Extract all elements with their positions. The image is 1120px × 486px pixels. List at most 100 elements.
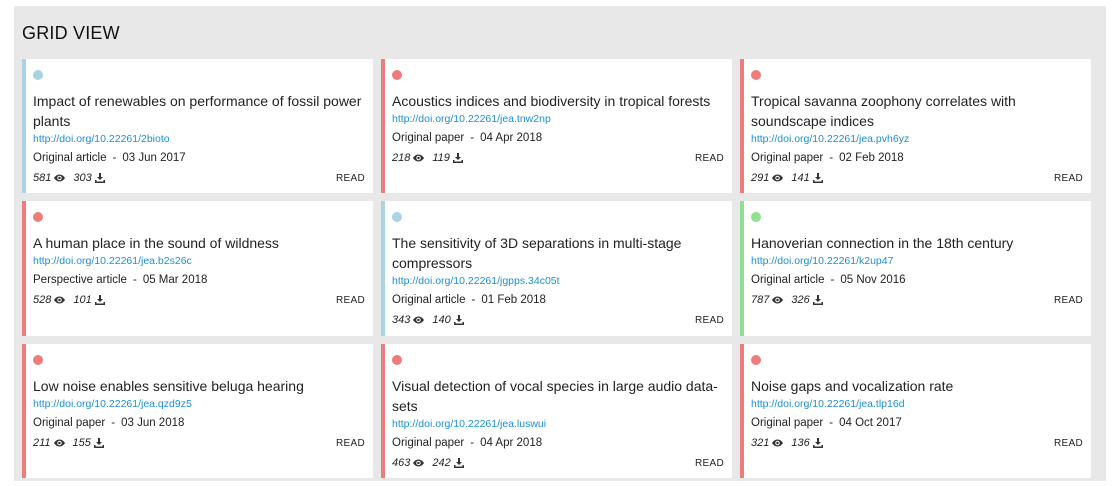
status-dot-icon — [392, 212, 402, 222]
status-dot-icon — [392, 355, 402, 365]
stats-row: 211 155 READ — [33, 436, 365, 450]
article-meta: Original paper -04 Apr 2018 — [392, 437, 543, 449]
article-card[interactable]: Visual detection of vocal species in lar… — [381, 344, 732, 478]
read-button[interactable]: READ — [336, 295, 365, 306]
article-stats: 787 326 — [751, 294, 831, 306]
read-button[interactable]: READ — [695, 315, 724, 326]
article-stats: 291 141 — [751, 172, 831, 184]
download-count: 140 — [432, 314, 451, 326]
read-button[interactable]: READ — [336, 438, 365, 449]
eye-icon — [413, 316, 425, 324]
article-stats: 211 155 — [33, 437, 112, 449]
eye-icon — [54, 174, 66, 182]
doi-link[interactable]: http://doi.org/10.22261/2bioto — [33, 132, 365, 146]
download-icon — [93, 438, 104, 448]
doi-link[interactable]: http://doi.org/10.22261/jea.qzd9z5 — [33, 397, 365, 411]
download-icon — [812, 295, 823, 305]
article-meta: Original article -03 Jun 2017 — [33, 152, 186, 164]
stats-row: 787 326 READ — [751, 293, 1083, 307]
eye-icon — [772, 296, 784, 304]
article-card[interactable]: A human place in the sound of wildness h… — [22, 201, 373, 336]
article-card[interactable]: Noise gaps and vocalization rate http://… — [740, 344, 1091, 478]
view-count: 581 — [33, 172, 52, 184]
eye-icon — [53, 439, 65, 447]
doi-link[interactable]: http://doi.org/10.22261/jea.pvh6yz — [751, 132, 1083, 146]
download-icon — [453, 458, 464, 468]
article-title[interactable]: A human place in the sound of wildness — [33, 233, 365, 253]
article-type: Original article — [33, 152, 107, 164]
article-meta: Perspective article -05 Mar 2018 — [33, 274, 208, 286]
download-count: 101 — [73, 294, 92, 306]
doi-link[interactable]: http://doi.org/10.22261/jea.tlp16d — [751, 397, 1083, 411]
doi-link[interactable]: http://doi.org/10.22261/jea.luswui — [392, 417, 724, 431]
download-count: 303 — [73, 172, 92, 184]
view-count: 291 — [751, 172, 770, 184]
article-stats: 463 242 — [392, 457, 472, 469]
article-card[interactable]: Tropical savanna zoophony correlates wit… — [740, 59, 1091, 193]
article-stats: 528 101 — [33, 294, 113, 306]
eye-icon — [413, 459, 425, 467]
article-type: Original paper — [751, 417, 824, 429]
download-count: 136 — [791, 437, 810, 449]
eye-icon — [772, 439, 784, 447]
article-date: 04 Oct 2017 — [839, 417, 902, 429]
download-count: 119 — [432, 152, 450, 164]
article-stats: 218 119 — [392, 152, 471, 164]
eye-icon — [54, 296, 66, 304]
article-type: Original paper — [392, 132, 465, 144]
doi-link[interactable]: http://doi.org/10.22261/k2up47 — [751, 254, 1083, 268]
stats-row: 321 136 READ — [751, 436, 1083, 450]
article-title[interactable]: Hanoverian connection in the 18th centur… — [751, 233, 1083, 253]
article-card[interactable]: Hanoverian connection in the 18th centur… — [740, 201, 1091, 336]
eye-icon — [413, 154, 425, 162]
article-meta: Original article -05 Nov 2016 — [751, 274, 906, 286]
stats-row: 218 119 READ — [392, 151, 724, 165]
read-button[interactable]: READ — [336, 173, 365, 184]
article-title[interactable]: Noise gaps and vocalization rate — [751, 376, 1083, 396]
view-count: 463 — [392, 457, 411, 469]
article-title[interactable]: Tropical savanna zoophony correlates wit… — [751, 91, 1083, 131]
download-icon — [453, 315, 464, 325]
article-type: Original paper — [33, 417, 106, 429]
download-count: 141 — [791, 172, 810, 184]
doi-link[interactable]: http://doi.org/10.22261/jgpps.34c05t — [392, 274, 724, 288]
article-card[interactable]: Acoustics indices and biodiversity in tr… — [381, 59, 732, 193]
article-date: 01 Feb 2018 — [481, 294, 546, 306]
view-count: 321 — [751, 437, 770, 449]
read-button[interactable]: READ — [695, 153, 724, 164]
read-button[interactable]: READ — [695, 458, 724, 469]
article-title[interactable]: Impact of renewables on performance of f… — [33, 91, 365, 131]
status-dot-icon — [392, 70, 402, 80]
grid-view-panel: GRID VIEW Impact of renewables on perfor… — [14, 6, 1106, 481]
article-title[interactable]: Acoustics indices and biodiversity in tr… — [392, 91, 724, 111]
view-count: 343 — [392, 314, 411, 326]
read-button[interactable]: READ — [1054, 295, 1083, 306]
download-icon — [94, 173, 105, 183]
article-title[interactable]: Visual detection of vocal species in lar… — [392, 376, 724, 416]
article-title[interactable]: Low noise enables sensitive beluga heari… — [33, 376, 365, 396]
article-date: 04 Apr 2018 — [480, 132, 543, 144]
read-button[interactable]: READ — [1054, 173, 1083, 184]
article-date: 05 Nov 2016 — [840, 274, 906, 286]
article-title[interactable]: The sensitivity of 3D separations in mul… — [392, 233, 724, 273]
view-count: 528 — [33, 294, 52, 306]
status-dot-icon — [33, 212, 43, 222]
doi-link[interactable]: http://doi.org/10.22261/jea.tnw2np — [392, 112, 724, 126]
stats-row: 343 140 READ — [392, 313, 724, 327]
status-dot-icon — [33, 70, 43, 80]
article-card[interactable]: The sensitivity of 3D separations in mul… — [381, 201, 732, 336]
article-date: 02 Feb 2018 — [839, 152, 904, 164]
read-button[interactable]: READ — [1054, 438, 1083, 449]
download-icon — [94, 295, 105, 305]
doi-link[interactable]: http://doi.org/10.22261/jea.b2s26c — [33, 254, 365, 268]
download-icon — [812, 173, 823, 183]
status-dot-icon — [33, 355, 43, 365]
stats-row: 581 303 READ — [33, 171, 365, 185]
article-card[interactable]: Impact of renewables on performance of f… — [22, 59, 373, 193]
article-date: 03 Jun 2018 — [121, 417, 185, 429]
article-card[interactable]: Low noise enables sensitive beluga heari… — [22, 344, 373, 478]
article-grid: Impact of renewables on performance of f… — [22, 59, 1091, 486]
article-meta: Original paper -04 Apr 2018 — [392, 132, 543, 144]
article-type: Original paper — [751, 152, 824, 164]
download-count: 242 — [432, 457, 451, 469]
